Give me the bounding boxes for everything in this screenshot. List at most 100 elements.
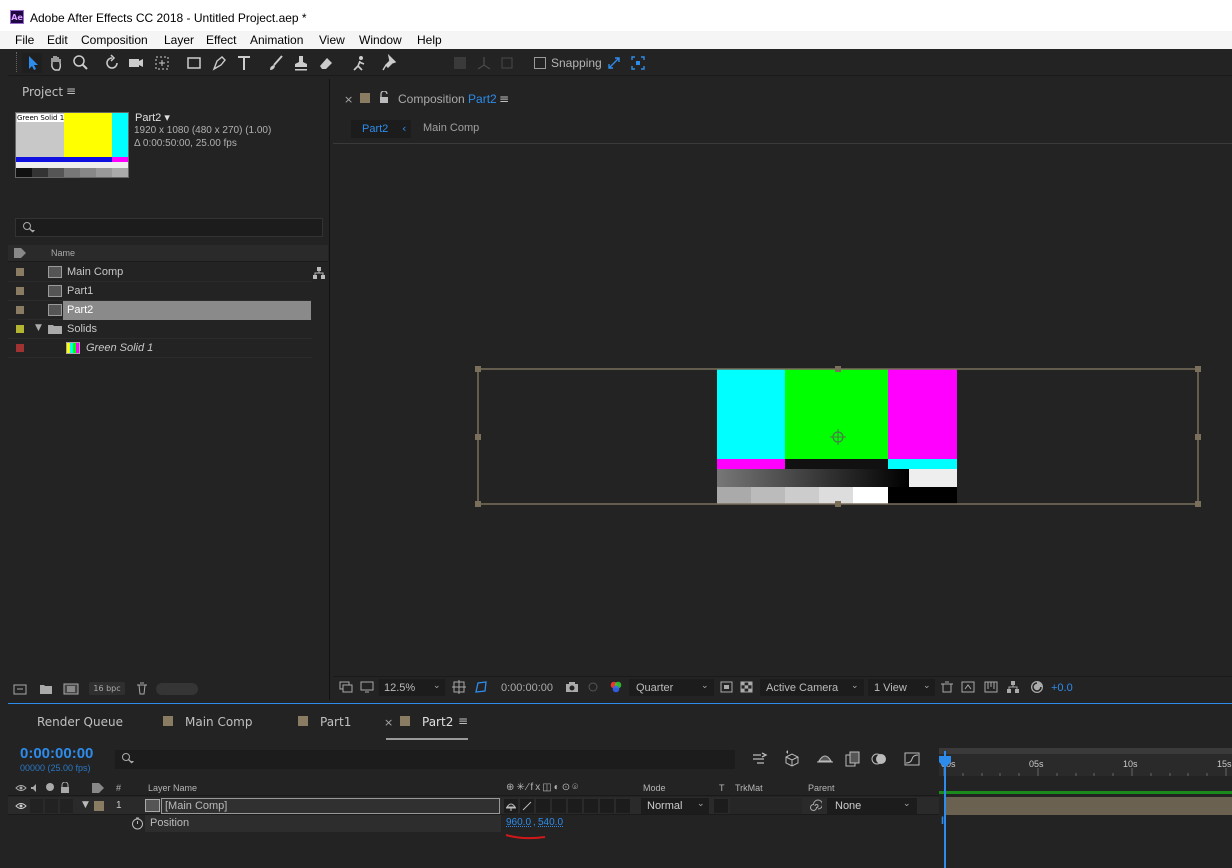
pan-behind-tool-icon[interactable] (152, 53, 172, 73)
parent-dropdown[interactable]: None ⌄ (827, 798, 917, 814)
reset-exposure-icon[interactable] (1030, 680, 1044, 694)
comp-mini-flowchart-icon[interactable] (752, 752, 768, 766)
clone-stamp-tool-icon[interactable] (291, 53, 311, 73)
work-area-bar[interactable] (939, 748, 1232, 754)
video-switch-icon[interactable] (15, 783, 27, 793)
project-search-input[interactable] (15, 218, 323, 237)
timeline-icon[interactable] (984, 681, 998, 693)
snap-edges-icon[interactable] (604, 53, 624, 73)
parent-pickwhip-icon[interactable] (808, 799, 822, 813)
quality-switch[interactable] (520, 799, 534, 813)
rectangle-tool-icon[interactable] (184, 53, 204, 73)
layer-duration-bar[interactable] (945, 797, 1232, 815)
close-tab-icon[interactable]: × (344, 93, 353, 106)
preview-icon[interactable] (339, 681, 353, 693)
extra-switch[interactable] (616, 799, 630, 813)
views-dropdown[interactable]: 1 View ⌄ (868, 679, 935, 696)
project-item-part1[interactable]: Part1 (8, 282, 312, 301)
region-of-interest-icon[interactable] (720, 681, 733, 693)
label-swatch[interactable] (16, 325, 24, 333)
comp-menu-icon[interactable]: ≡ (499, 92, 509, 106)
time-ruler[interactable]: 00s 05s 10s 15s (939, 748, 1232, 776)
new-composition-icon[interactable] (63, 683, 79, 695)
graph-editor-icon[interactable] (903, 750, 921, 768)
snapping-checkbox[interactable] (534, 57, 546, 69)
puppet-pin-tool-icon[interactable] (380, 53, 400, 73)
name-column-header[interactable]: Name (51, 248, 75, 258)
selected-item-name[interactable]: Part2 ▾ (135, 111, 170, 124)
menu-edit[interactable]: Edit (47, 33, 68, 47)
label-swatch[interactable] (16, 268, 24, 276)
tab-part2[interactable]: Part2 (422, 715, 453, 729)
project-item-solids[interactable]: ▼ Solids (8, 320, 312, 339)
menu-help[interactable]: Help (417, 33, 442, 47)
toggle-pixel-aspect-icon[interactable] (940, 681, 954, 693)
project-tab[interactable]: Project (22, 85, 63, 99)
composition-viewer[interactable] (333, 144, 1232, 674)
type-tool-icon[interactable] (234, 53, 254, 73)
dropdown-arrow-icon[interactable]: ▾ (164, 112, 170, 124)
transparency-grid-icon[interactable] (740, 681, 753, 693)
selection-tool-icon[interactable] (22, 53, 42, 73)
layer-label-swatch[interactable] (94, 801, 104, 811)
keyframe-area[interactable]: I (941, 815, 1232, 868)
lock-icon[interactable] (379, 91, 389, 103)
audio-toggle[interactable] (30, 799, 43, 813)
menu-effect[interactable]: Effect (206, 33, 236, 47)
project-scrollbar[interactable] (156, 683, 198, 695)
effect-switch[interactable] (536, 799, 550, 813)
tab-part1[interactable]: Part1 (320, 715, 351, 729)
trash-icon[interactable] (135, 682, 149, 695)
motion-blur-icon[interactable] (870, 750, 888, 768)
adjustment-switch[interactable] (584, 799, 598, 813)
project-item-green-solid[interactable]: Green Solid 1 (8, 339, 312, 358)
label-swatch[interactable] (16, 287, 24, 295)
3d-layer-switch[interactable] (600, 799, 614, 813)
show-snapshot-icon[interactable] (586, 681, 600, 693)
flowchart-icon[interactable] (312, 266, 326, 280)
hand-tool-icon[interactable] (46, 53, 66, 73)
safe-margins-icon[interactable] (452, 680, 466, 694)
lock-switch-icon[interactable] (60, 782, 70, 793)
layer-name-field[interactable]: [Main Comp] (161, 798, 500, 814)
project-item-part2[interactable]: Part2 (8, 301, 312, 320)
label-column-icon[interactable] (92, 783, 104, 793)
frame-blend-switch[interactable] (552, 799, 566, 813)
menu-file[interactable]: File (15, 33, 34, 47)
project-item-main-comp[interactable]: Main Comp (8, 263, 312, 282)
monitor-icon[interactable] (360, 681, 374, 693)
pen-tool-icon[interactable] (209, 53, 229, 73)
layer-name-header[interactable]: Layer Name (148, 783, 197, 793)
current-time-display[interactable]: 0:00:00:00 (20, 745, 93, 762)
solo-switch-icon[interactable] (46, 783, 54, 791)
menu-view[interactable]: View (319, 33, 345, 47)
label-swatch[interactable] (16, 344, 24, 352)
mode-column-header[interactable]: Mode (643, 783, 666, 793)
menu-animation[interactable]: Animation (250, 33, 303, 47)
breadcrumb-current[interactable]: Part2 ‹ (351, 120, 411, 138)
frame-blending-icon[interactable] (844, 750, 862, 768)
menu-layer[interactable]: Layer (164, 33, 194, 47)
playhead-handle-icon[interactable] (938, 755, 952, 769)
draft-3d-icon[interactable] (783, 750, 801, 768)
switches-column-header[interactable]: ⊕✳⁄fx◫◐⊙⌾ (506, 782, 580, 793)
expand-triangle-icon[interactable]: ▼ (35, 323, 42, 333)
motion-blur-switch[interactable] (568, 799, 582, 813)
project-menu-icon[interactable]: ≡ (66, 84, 76, 98)
fast-previews-icon[interactable] (961, 681, 975, 693)
audio-switch-icon[interactable] (30, 783, 40, 793)
layer-row[interactable]: ▼ 1 [Main Comp] Normal ⌄ None ⌄ (8, 797, 939, 815)
tab-main-comp[interactable]: Main Comp (185, 715, 253, 729)
lock-toggle[interactable] (60, 799, 73, 813)
stopwatch-icon[interactable] (131, 817, 144, 830)
interpret-footage-icon[interactable] (13, 683, 27, 695)
menu-window[interactable]: Window (359, 33, 402, 47)
collapse-triangle-icon[interactable]: ▼ (82, 800, 89, 810)
preserve-transparency-toggle[interactable] (714, 799, 728, 813)
brush-tool-icon[interactable] (266, 53, 286, 73)
bit-depth-button[interactable]: 16 bpc (89, 682, 125, 695)
new-folder-icon[interactable] (39, 683, 53, 695)
viewer-timecode[interactable]: 0:00:00:00 (501, 682, 553, 694)
flowchart-icon[interactable] (1006, 681, 1020, 693)
index-column-header[interactable]: # (116, 783, 121, 793)
